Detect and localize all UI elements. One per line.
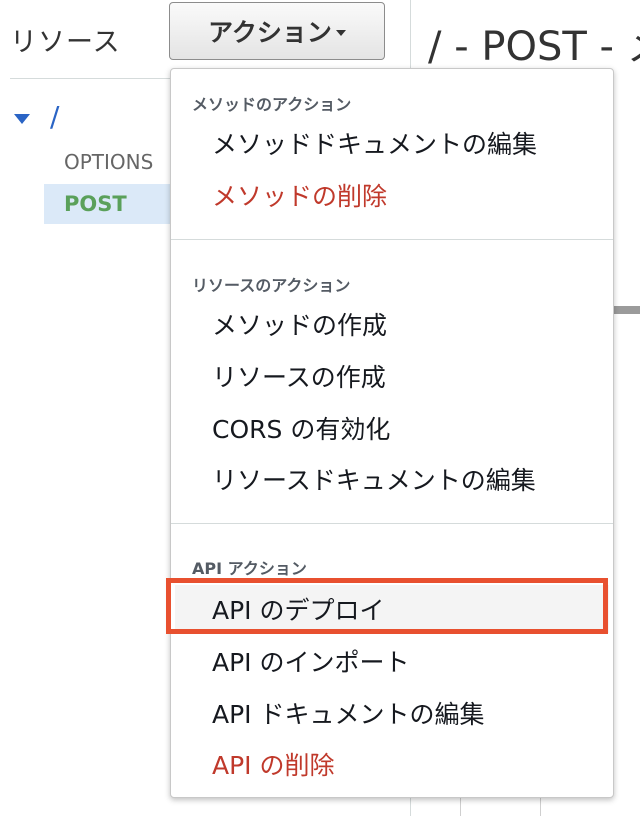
menu-separator <box>171 239 613 240</box>
menu-item-create-resource[interactable]: リソースの作成 <box>212 358 386 394</box>
content-edge-bar <box>614 306 640 314</box>
menu-item-delete-method[interactable]: メソッドの削除 <box>212 177 387 213</box>
menu-item-import-api[interactable]: API のインポート <box>212 643 410 679</box>
menu-item-enable-cors[interactable]: CORS の有効化 <box>212 410 390 446</box>
method-options[interactable]: OPTIONS <box>64 150 153 174</box>
menu-header-method-actions: メソッドのアクション <box>192 95 352 114</box>
actions-dropdown-menu: メソッドのアクション メソッドドキュメントの編集 メソッドの削除 リソースのアク… <box>170 68 614 798</box>
menu-item-create-method[interactable]: メソッドの作成 <box>212 306 387 342</box>
method-post-label: POST <box>64 192 127 216</box>
resource-root-path[interactable]: / <box>50 100 59 133</box>
menu-item-edit-resource-docs[interactable]: リソースドキュメントの編集 <box>212 461 536 497</box>
menu-item-edit-method-docs[interactable]: メソッドドキュメントの編集 <box>212 125 537 161</box>
actions-button-label: アクション <box>208 18 332 47</box>
menu-item-delete-api[interactable]: API の削除 <box>212 746 335 782</box>
menu-separator <box>171 523 613 524</box>
deploy-api-highlight-box <box>166 578 608 634</box>
api-gateway-page: リソース / OPTIONS POST アクション / - POST - メ メ… <box>0 0 640 816</box>
chevron-down-icon <box>335 30 346 36</box>
menu-header-api-actions: API アクション <box>192 559 307 578</box>
resource-tree-root[interactable]: / <box>14 100 59 133</box>
caret-down-icon[interactable] <box>14 113 30 124</box>
menu-header-resource-actions: リソースのアクション <box>192 276 351 295</box>
method-page-title: / - POST - メ <box>428 24 640 70</box>
resources-panel-title: リソース <box>10 27 121 58</box>
menu-item-edit-api-docs[interactable]: API ドキュメントの編集 <box>212 695 485 731</box>
actions-button[interactable]: アクション <box>169 2 385 60</box>
method-post-selected[interactable]: POST <box>44 184 174 224</box>
